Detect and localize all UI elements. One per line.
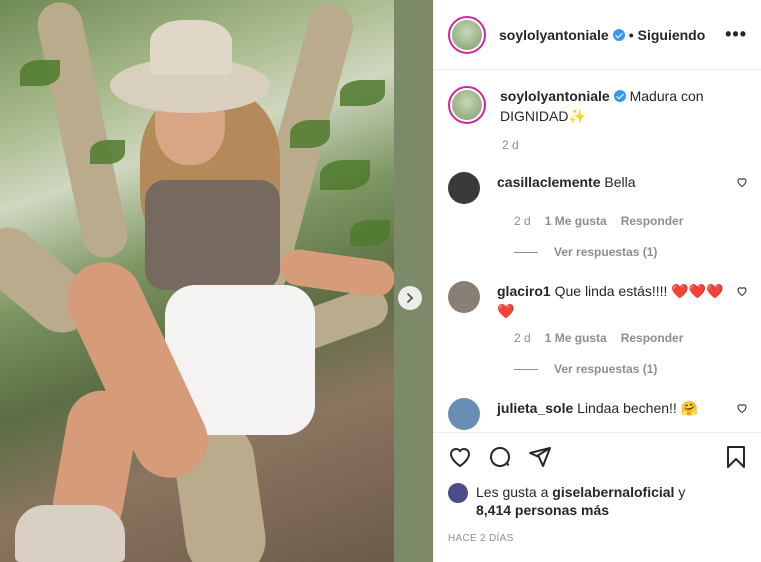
- liker-avatar[interactable]: [448, 483, 468, 503]
- avatar-image: [452, 90, 482, 120]
- verified-icon: [613, 90, 626, 102]
- more-options-icon[interactable]: •••: [725, 24, 747, 45]
- comment-avatar[interactable]: [448, 172, 480, 204]
- likes-count[interactable]: 8,414 personas más: [476, 502, 609, 518]
- comment-icon[interactable]: [488, 445, 512, 469]
- action-icons: [448, 443, 748, 471]
- hat-crown: [150, 20, 232, 75]
- leaf: [290, 120, 330, 148]
- post-media: [0, 0, 433, 562]
- reply-button[interactable]: Responder: [621, 331, 684, 345]
- comment-avatar[interactable]: [448, 398, 480, 430]
- chevron-right-icon: [407, 293, 414, 303]
- shirt: [145, 180, 280, 290]
- replies-divider: [514, 251, 538, 253]
- leaf: [20, 60, 60, 86]
- comment-likes[interactable]: 1 Me gusta: [545, 214, 607, 228]
- post-photo: [0, 0, 397, 562]
- leaf: [320, 160, 370, 190]
- comment-username[interactable]: julieta_sole: [497, 400, 573, 416]
- comment-body: Que linda estás!!!!: [554, 283, 668, 299]
- leaf: [90, 140, 125, 164]
- post-header: soylolyantoniale • Siguiendo •••: [434, 0, 761, 70]
- comment-time: 2 d: [514, 214, 531, 228]
- avatar-image: [452, 19, 482, 50]
- follow-button[interactable]: Siguiendo: [638, 27, 706, 43]
- sparkles-emoji: ✨: [568, 108, 586, 124]
- next-button[interactable]: [398, 286, 422, 310]
- next-image-preview: [394, 0, 433, 562]
- tree-trunk: [33, 0, 132, 262]
- comment-username[interactable]: casillaclemente: [497, 174, 601, 190]
- comment-text: glaciro1 Que linda estás!!!! ❤️❤️❤️❤️: [497, 281, 728, 321]
- caption: soylolyantoniale Madura con DIGNIDAD✨: [448, 86, 748, 126]
- caption-text: soylolyantoniale Madura con DIGNIDAD✨: [500, 86, 748, 126]
- likes-summary: Les gusta a giselabernaloficial y 8,414 …: [448, 483, 748, 519]
- comment: julieta_sole Lindaa bechen!! 🤗: [448, 398, 748, 430]
- view-replies-label: Ver respuestas (1): [554, 362, 658, 376]
- comment-avatar[interactable]: [448, 281, 480, 313]
- separator-dot: •: [628, 26, 634, 43]
- comment-username[interactable]: glaciro1: [497, 283, 551, 299]
- comment-text: julieta_sole Lindaa bechen!! 🤗: [497, 398, 728, 418]
- hugging-emoji: 🤗: [680, 400, 699, 416]
- post-time-ago[interactable]: HACE 2 DÍAS: [448, 533, 748, 544]
- save-bookmark-icon[interactable]: [724, 445, 748, 469]
- header-username[interactable]: soylolyantoniale: [499, 27, 609, 43]
- comment: casillaclemente Bella: [448, 172, 748, 204]
- comment-text: casillaclemente Bella: [497, 172, 728, 192]
- leaf: [350, 220, 390, 246]
- comment-meta: 2 d 1 Me gusta Responder: [514, 214, 748, 228]
- likes-conjunction: y: [678, 484, 686, 500]
- comment-time: 2 d: [514, 331, 531, 345]
- like-comment-heart-icon[interactable]: [736, 176, 748, 188]
- likes-prefix: Les gusta a: [476, 484, 549, 500]
- reply-button[interactable]: Responder: [621, 214, 684, 228]
- comment-likes[interactable]: 1 Me gusta: [545, 331, 607, 345]
- verified-icon: [612, 28, 625, 41]
- view-replies-button[interactable]: Ver respuestas (1): [514, 362, 748, 376]
- share-icon[interactable]: [528, 445, 552, 469]
- caption-username[interactable]: soylolyantoniale: [500, 88, 610, 104]
- replies-divider: [514, 368, 538, 370]
- comment-body: Lindaa bechen!!: [577, 400, 677, 416]
- caption-avatar[interactable]: [448, 86, 486, 124]
- caption-time: 2 d: [502, 138, 519, 152]
- likes-text: Les gusta a giselabernaloficial y 8,414 …: [476, 483, 685, 519]
- leaf: [340, 80, 385, 106]
- sneaker: [15, 505, 125, 562]
- like-comment-heart-icon[interactable]: [736, 285, 748, 297]
- view-replies-label: Ver respuestas (1): [554, 245, 658, 259]
- like-heart-icon[interactable]: [448, 445, 472, 469]
- post-actions: Les gusta a giselabernaloficial y 8,414 …: [434, 432, 761, 562]
- avatar[interactable]: [448, 15, 486, 54]
- comment: glaciro1 Que linda estás!!!! ❤️❤️❤️❤️: [448, 281, 748, 321]
- liker-username[interactable]: giselabernaloficial: [552, 484, 674, 500]
- comment-meta: 2 d 1 Me gusta Responder: [514, 331, 748, 345]
- like-comment-heart-icon[interactable]: [736, 402, 748, 414]
- post-panel: soylolyantoniale • Siguiendo ••• soyloly…: [433, 0, 761, 562]
- view-replies-button[interactable]: Ver respuestas (1): [514, 245, 748, 259]
- comments-section: soylolyantoniale Madura con DIGNIDAD✨ 2 …: [434, 70, 761, 432]
- comment-body: Bella: [604, 174, 636, 190]
